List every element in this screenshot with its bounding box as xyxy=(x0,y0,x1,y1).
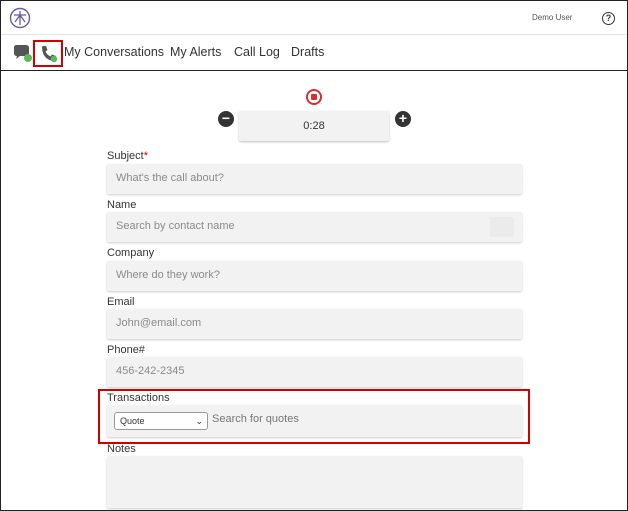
chevron-down-icon: ⌄ xyxy=(195,416,203,426)
transactions-label: Transactions xyxy=(107,392,170,404)
subject-label-text: Subject xyxy=(107,150,144,162)
call-timer: 0:28 xyxy=(239,111,389,141)
email-input[interactable]: John@email.com xyxy=(107,309,522,339)
help-icon[interactable]: ? xyxy=(602,12,615,25)
company-input[interactable]: Where do they work? xyxy=(107,261,522,291)
company-placeholder: Where do they work? xyxy=(116,269,220,281)
company-label: Company xyxy=(107,247,155,259)
nav-my-alerts[interactable]: My Alerts xyxy=(170,45,221,59)
phone-placeholder: 456-242-2345 xyxy=(116,365,185,377)
user-name[interactable]: Demo User xyxy=(532,13,572,22)
nav-my-conversations[interactable]: My Conversations xyxy=(64,45,164,59)
nav-bar: My Conversations My Alerts Call Log Draf… xyxy=(1,35,627,71)
nav-drafts[interactable]: Drafts xyxy=(291,45,324,59)
transaction-type-value: Quote xyxy=(120,416,145,426)
email-label: Email xyxy=(107,296,135,308)
chat-bubbles-icon[interactable] xyxy=(12,44,34,64)
transaction-type-select[interactable]: Quote ⌄ xyxy=(114,412,208,430)
phone-icon[interactable] xyxy=(40,45,58,63)
email-placeholder: John@email.com xyxy=(116,317,202,329)
logo-icon[interactable] xyxy=(9,7,31,29)
notes-textarea[interactable] xyxy=(107,456,522,508)
subject-placeholder: What's the call about? xyxy=(116,172,224,184)
required-marker: * xyxy=(143,150,148,162)
subject-label: Subject* xyxy=(107,150,148,162)
name-field-button[interactable] xyxy=(490,217,514,237)
transactions-field: Quote ⌄ Search for quotes xyxy=(107,405,522,437)
name-placeholder: Search by contact name xyxy=(116,220,235,232)
transactions-search-input[interactable]: Search for quotes xyxy=(212,413,299,425)
nav-call-log[interactable]: Call Log xyxy=(234,45,280,59)
stop-recording-button[interactable] xyxy=(306,89,322,105)
name-label: Name xyxy=(107,199,137,211)
call-log-tab-highlight[interactable] xyxy=(33,40,63,67)
decrease-time-button[interactable]: − xyxy=(218,111,234,127)
phone-label: Phone# xyxy=(107,344,145,356)
subject-input[interactable]: What's the call about? xyxy=(107,164,522,194)
notes-label: Notes xyxy=(107,443,136,455)
top-bar: Demo User ? xyxy=(1,1,627,35)
increase-time-button[interactable]: + xyxy=(395,111,411,127)
phone-input[interactable]: 456-242-2345 xyxy=(107,357,522,387)
name-search-input[interactable]: Search by contact name xyxy=(107,212,522,242)
